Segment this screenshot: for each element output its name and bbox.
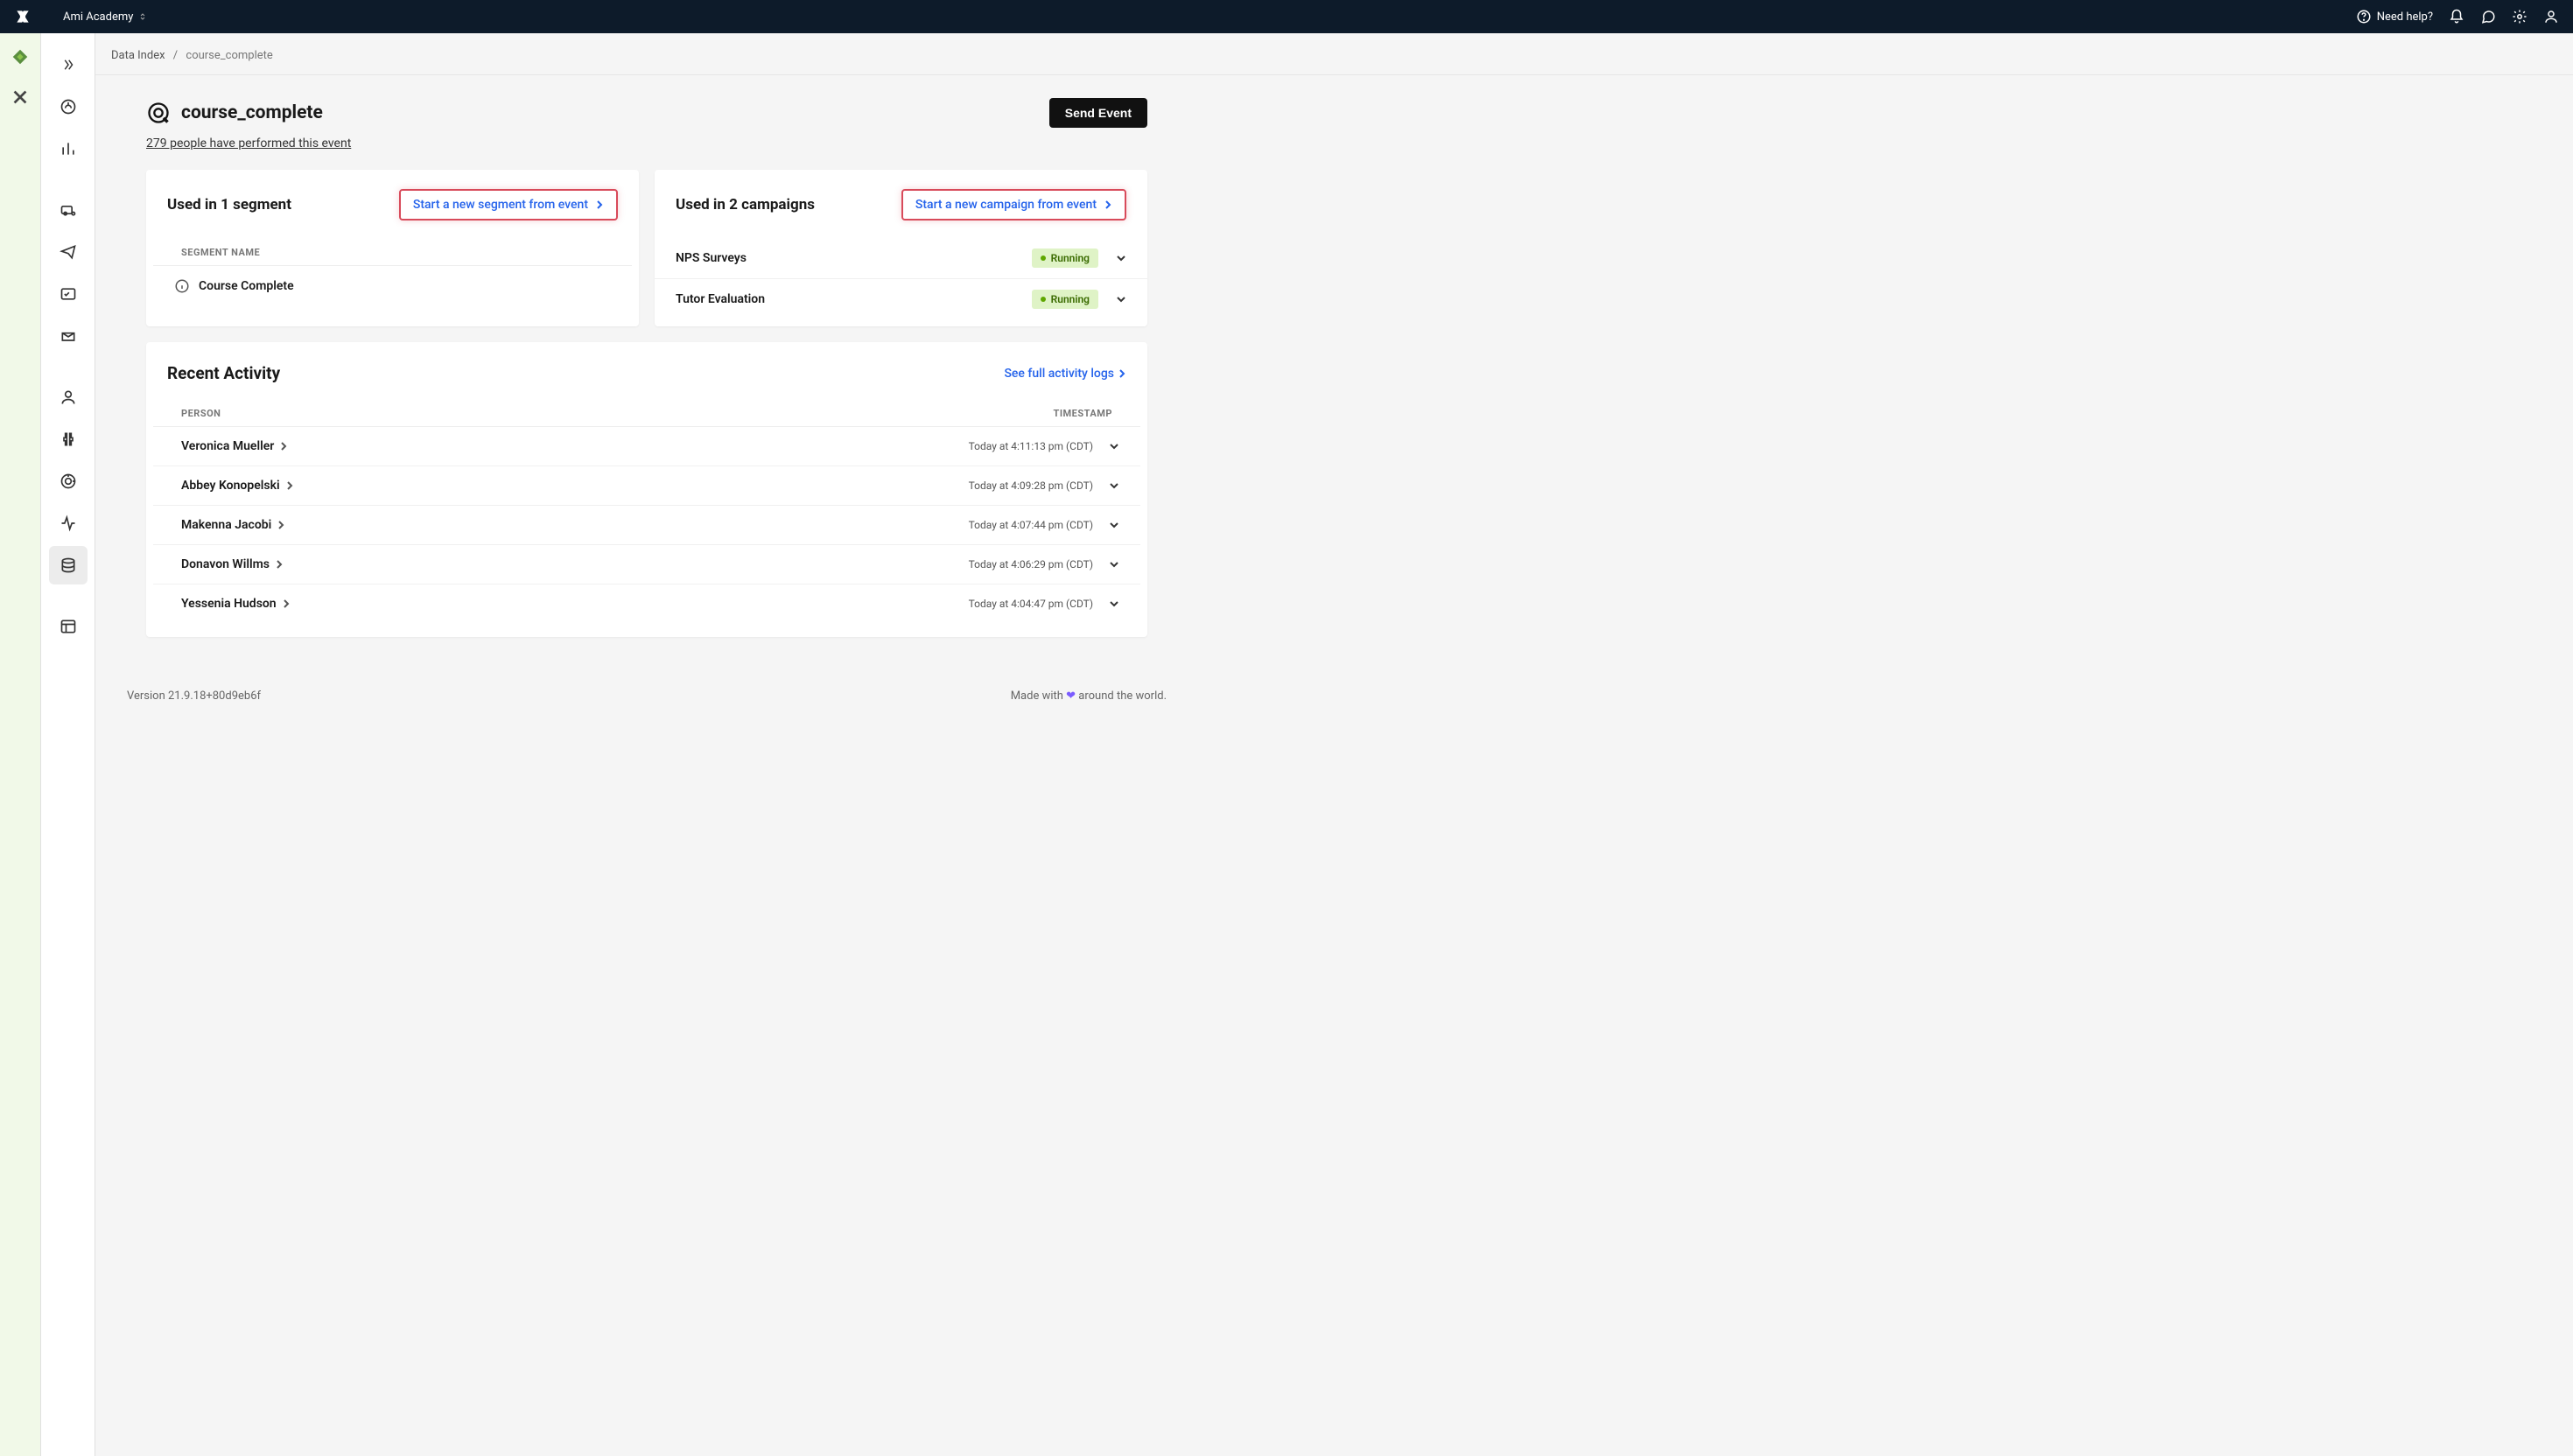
product-cio-icon[interactable] bbox=[11, 47, 30, 66]
chevron-right-icon bbox=[595, 200, 604, 209]
footer-made-with: Made with ❤ around the world. bbox=[1011, 690, 1167, 703]
person-link[interactable]: Makenna Jacobi bbox=[181, 518, 969, 532]
header-actions: Need help? bbox=[2356, 9, 2559, 24]
product-other-icon[interactable] bbox=[11, 88, 30, 107]
chevron-down-icon[interactable] bbox=[1109, 441, 1119, 452]
nav-data-index-icon[interactable] bbox=[49, 546, 88, 584]
timestamp: Today at 4:09:28 pm (CDT) bbox=[969, 480, 1093, 492]
new-segment-cta[interactable]: Start a new segment from event bbox=[399, 189, 618, 220]
info-circle-icon bbox=[174, 278, 190, 294]
campaigns-card: Used in 2 campaigns Start a new campaign… bbox=[655, 170, 1147, 326]
timestamp: Today at 4:06:29 pm (CDT) bbox=[969, 558, 1093, 570]
segment-name: Course Complete bbox=[199, 279, 294, 293]
activity-row: Donavon Willms Today at 4:06:29 pm (CDT) bbox=[153, 545, 1140, 584]
chevron-right-icon bbox=[279, 442, 288, 451]
person-link[interactable]: Veronica Mueller bbox=[181, 439, 969, 453]
activity-row: Makenna Jacobi Today at 4:07:44 pm (CDT) bbox=[153, 506, 1140, 545]
person-link[interactable]: Donavon Willms bbox=[181, 557, 969, 571]
timestamp: Today at 4:04:47 pm (CDT) bbox=[969, 598, 1093, 610]
activity-row: Yessenia Hudson Today at 4:04:47 pm (CDT… bbox=[153, 584, 1140, 623]
new-campaign-label: Start a new campaign from event bbox=[915, 198, 1097, 212]
breadcrumb-sep: / bbox=[173, 49, 178, 62]
segment-col-header: SEGMENT NAME bbox=[153, 238, 632, 266]
new-campaign-cta[interactable]: Start a new campaign from event bbox=[901, 189, 1126, 220]
activity-heading: Recent Activity bbox=[167, 363, 280, 383]
breadcrumb-current: course_complete bbox=[186, 49, 272, 62]
breadcrumb: Data Index / course_complete bbox=[95, 33, 2573, 75]
campaign-name: Tutor Evaluation bbox=[676, 292, 1032, 306]
nav-transactional-icon[interactable] bbox=[49, 275, 88, 313]
page-header: course_complete Send Event bbox=[111, 98, 1182, 128]
chat-icon[interactable] bbox=[2480, 9, 2496, 24]
chevron-down-icon[interactable] bbox=[1109, 598, 1119, 609]
person-link[interactable]: Abbey Konopelski bbox=[181, 479, 969, 493]
top-header: Ami Academy Need help? bbox=[0, 0, 2573, 33]
nav-broadcasts-icon[interactable] bbox=[49, 233, 88, 271]
segments-heading: Used in 1 segment bbox=[167, 196, 291, 214]
new-segment-label: Start a new segment from event bbox=[413, 198, 588, 212]
campaign-row[interactable]: Tutor Evaluation Running bbox=[655, 279, 1147, 326]
recent-activity-card: Recent Activity See full activity logs P… bbox=[146, 342, 1147, 637]
gear-icon[interactable] bbox=[2512, 9, 2527, 24]
event-target-icon bbox=[146, 101, 171, 125]
nav-content-icon[interactable] bbox=[49, 607, 88, 646]
campaigns-heading: Used in 2 campaigns bbox=[676, 196, 815, 214]
chevron-right-icon bbox=[282, 599, 291, 608]
col-timestamp: TIMESTAMP bbox=[1054, 408, 1112, 419]
nav-pulse-icon[interactable] bbox=[49, 504, 88, 542]
campaign-row[interactable]: NPS Surveys Running bbox=[655, 238, 1147, 279]
nav-activity-icon[interactable] bbox=[49, 462, 88, 500]
chevron-right-icon bbox=[285, 481, 294, 490]
people-performed-link[interactable]: 279 people have performed this event bbox=[111, 136, 351, 150]
campaign-name: NPS Surveys bbox=[676, 251, 1032, 265]
page-title: course_complete bbox=[181, 102, 323, 123]
col-person: PERSON bbox=[181, 408, 1054, 419]
person-link[interactable]: Yessenia Hudson bbox=[181, 597, 969, 611]
status-badge: Running bbox=[1032, 290, 1098, 309]
product-switcher-rail bbox=[0, 33, 41, 1456]
chevron-down-icon[interactable] bbox=[1116, 294, 1126, 304]
segment-row[interactable]: Course Complete bbox=[146, 266, 639, 312]
nav-expand-icon[interactable] bbox=[49, 46, 88, 84]
nav-analytics-icon[interactable] bbox=[49, 130, 88, 168]
main-nav-rail bbox=[41, 33, 95, 1456]
nav-segments-icon[interactable] bbox=[49, 420, 88, 458]
version-text: Version 21.9.18+80d9eb6f bbox=[127, 690, 261, 703]
app-logo-icon[interactable] bbox=[14, 8, 32, 25]
chevron-down-icon[interactable] bbox=[1109, 480, 1119, 491]
need-help-link[interactable]: Need help? bbox=[2356, 9, 2433, 24]
workspace-name: Ami Academy bbox=[63, 10, 133, 24]
chevron-right-icon bbox=[275, 560, 284, 569]
timestamp: Today at 4:11:13 pm (CDT) bbox=[969, 440, 1093, 452]
chevron-down-icon[interactable] bbox=[1116, 253, 1126, 263]
chevron-updown-icon bbox=[138, 12, 147, 21]
nav-journeys-icon[interactable] bbox=[49, 191, 88, 229]
breadcrumb-parent[interactable]: Data Index bbox=[111, 49, 165, 62]
help-circle-icon bbox=[2356, 9, 2372, 24]
timestamp: Today at 4:07:44 pm (CDT) bbox=[969, 519, 1093, 531]
workspace-switcher[interactable]: Ami Academy bbox=[63, 10, 147, 24]
chevron-right-icon bbox=[1118, 369, 1126, 378]
see-full-logs-link[interactable]: See full activity logs bbox=[1004, 367, 1126, 381]
user-icon[interactable] bbox=[2543, 9, 2559, 24]
activity-row: Veronica Mueller Today at 4:11:13 pm (CD… bbox=[153, 427, 1140, 466]
status-badge: Running bbox=[1032, 248, 1098, 268]
footer: Version 21.9.18+80d9eb6f Made with ❤ aro… bbox=[111, 637, 1182, 717]
nav-dashboard-icon[interactable] bbox=[49, 88, 88, 126]
activity-row: Abbey Konopelski Today at 4:09:28 pm (CD… bbox=[153, 466, 1140, 506]
nav-people-icon[interactable] bbox=[49, 378, 88, 416]
send-event-button[interactable]: Send Event bbox=[1049, 98, 1147, 128]
chevron-down-icon[interactable] bbox=[1109, 559, 1119, 570]
need-help-label: Need help? bbox=[2377, 10, 2433, 24]
chevron-down-icon[interactable] bbox=[1109, 520, 1119, 530]
activity-table-header: PERSON TIMESTAMP bbox=[153, 401, 1140, 427]
chevron-right-icon bbox=[277, 521, 285, 529]
bell-icon[interactable] bbox=[2449, 9, 2464, 24]
segments-card: Used in 1 segment Start a new segment fr… bbox=[146, 170, 639, 326]
chevron-right-icon bbox=[1104, 200, 1112, 209]
heart-icon: ❤ bbox=[1066, 690, 1076, 703]
nav-deliveries-icon[interactable] bbox=[49, 317, 88, 355]
main-content: Data Index / course_complete course_comp… bbox=[95, 33, 2573, 1456]
